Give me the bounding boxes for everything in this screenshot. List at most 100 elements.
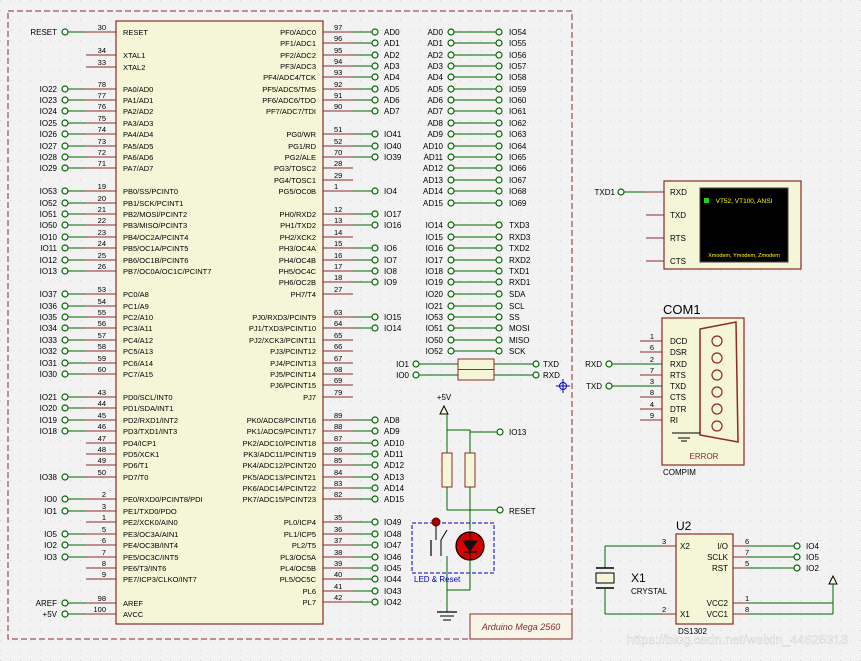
net-terminal[interactable] (371, 28, 379, 36)
map-right-terminal[interactable] (495, 290, 503, 298)
map-right-terminal[interactable] (495, 142, 503, 150)
map-right-terminal[interactable] (495, 85, 503, 93)
map-left-terminal[interactable] (447, 199, 455, 207)
map-right-terminal[interactable] (495, 336, 503, 344)
map-right-terminal[interactable] (495, 347, 503, 355)
net-terminal[interactable] (61, 336, 69, 344)
map-left-terminal[interactable] (447, 142, 455, 150)
net-terminal[interactable] (371, 427, 379, 435)
net-terminal[interactable] (371, 256, 379, 264)
map-right-terminal[interactable] (495, 278, 503, 286)
map-right-terminal[interactable] (495, 176, 503, 184)
net-terminal[interactable] (61, 495, 69, 503)
map-left-terminal[interactable] (447, 73, 455, 81)
net-terminal[interactable] (371, 495, 379, 503)
net-terminal[interactable] (371, 313, 379, 321)
net-terminal[interactable] (61, 541, 69, 549)
net-terminal[interactable] (371, 73, 379, 81)
net-terminal[interactable] (371, 553, 379, 561)
net-terminal[interactable] (61, 96, 69, 104)
net-terminal[interactable] (61, 610, 69, 618)
map-right-terminal[interactable] (495, 256, 503, 264)
map-left-terminal[interactable] (447, 119, 455, 127)
net-terminal[interactable] (61, 473, 69, 481)
map-left-terminal[interactable] (447, 51, 455, 59)
map-right-terminal[interactable] (495, 244, 503, 252)
net-terminal[interactable] (61, 119, 69, 127)
net-terminal[interactable] (61, 393, 69, 401)
net-terminal[interactable] (61, 130, 69, 138)
map-right-terminal[interactable] (495, 107, 503, 115)
map-right-terminal[interactable] (495, 313, 503, 321)
net-terminal[interactable] (61, 142, 69, 150)
net-terminal[interactable] (61, 210, 69, 218)
net-terminal[interactable] (371, 587, 379, 595)
map-right-terminal[interactable] (495, 96, 503, 104)
net-terminal[interactable] (61, 599, 69, 607)
net-terminal[interactable] (61, 359, 69, 367)
net-terminal[interactable] (371, 278, 379, 286)
map-right-terminal[interactable] (495, 199, 503, 207)
map-right-terminal[interactable] (495, 267, 503, 275)
schematic-canvas[interactable]: Arduino Mega 2560 30 RESET RESET 34 XTAL1 33 X… (0, 0, 861, 661)
map-right-terminal[interactable] (495, 164, 503, 172)
net-terminal[interactable] (61, 530, 69, 538)
reset-button-cap[interactable] (431, 517, 441, 527)
map-left-terminal[interactable] (447, 313, 455, 321)
map-left-terminal[interactable] (447, 153, 455, 161)
net-terminal[interactable] (371, 564, 379, 572)
map-left-terminal[interactable] (447, 187, 455, 195)
map-right-terminal[interactable] (495, 119, 503, 127)
net-terminal[interactable] (371, 450, 379, 458)
net-terminal[interactable] (371, 324, 379, 332)
net-terminal[interactable] (371, 107, 379, 115)
map-right-terminal[interactable] (495, 130, 503, 138)
net-terminal[interactable] (61, 324, 69, 332)
net-terminal[interactable] (61, 404, 69, 412)
map-right-terminal[interactable] (495, 51, 503, 59)
net-terminal[interactable] (371, 130, 379, 138)
map-left-terminal[interactable] (447, 267, 455, 275)
net-terminal[interactable] (371, 221, 379, 229)
map-left-terminal[interactable] (447, 302, 455, 310)
net-terminal[interactable] (61, 290, 69, 298)
map-left-terminal[interactable] (447, 96, 455, 104)
net-terminal[interactable] (61, 313, 69, 321)
resistor-r1[interactable] (441, 452, 453, 488)
map-left-terminal[interactable] (447, 28, 455, 36)
net-terminal[interactable] (61, 199, 69, 207)
map-left-terminal[interactable] (447, 130, 455, 138)
net-terminal[interactable] (371, 51, 379, 59)
net-terminal[interactable] (371, 210, 379, 218)
net-terminal[interactable] (371, 518, 379, 526)
net-terminal[interactable] (371, 187, 379, 195)
map-right-terminal[interactable] (495, 302, 503, 310)
net-terminal[interactable] (61, 427, 69, 435)
map-right-terminal[interactable] (495, 221, 503, 229)
net-terminal[interactable] (61, 416, 69, 424)
map-left-terminal[interactable] (447, 39, 455, 47)
map-left-terminal[interactable] (447, 324, 455, 332)
map-right-terminal[interactable] (495, 39, 503, 47)
net-terminal[interactable] (371, 575, 379, 583)
net-terminal[interactable] (61, 370, 69, 378)
map-left-terminal[interactable] (447, 62, 455, 70)
map-right-terminal[interactable] (495, 28, 503, 36)
rtc-net-terminal[interactable] (793, 542, 801, 550)
net-terminal[interactable] (61, 553, 69, 561)
map-left-terminal[interactable] (447, 290, 455, 298)
map-right-terminal[interactable] (495, 153, 503, 161)
net-terminal[interactable] (371, 530, 379, 538)
resistor-r2[interactable] (464, 452, 476, 488)
net-terminal[interactable] (371, 598, 379, 606)
map-left-terminal[interactable] (447, 164, 455, 172)
net-terminal[interactable] (61, 256, 69, 264)
map-right-terminal[interactable] (495, 62, 503, 70)
map-left-terminal[interactable] (447, 233, 455, 241)
net-terminal[interactable] (61, 267, 69, 275)
net-terminal[interactable] (61, 233, 69, 241)
map-left-terminal[interactable] (447, 221, 455, 229)
net-terminal[interactable] (371, 439, 379, 447)
map-left-terminal[interactable] (447, 85, 455, 93)
net-terminal[interactable] (61, 28, 69, 36)
